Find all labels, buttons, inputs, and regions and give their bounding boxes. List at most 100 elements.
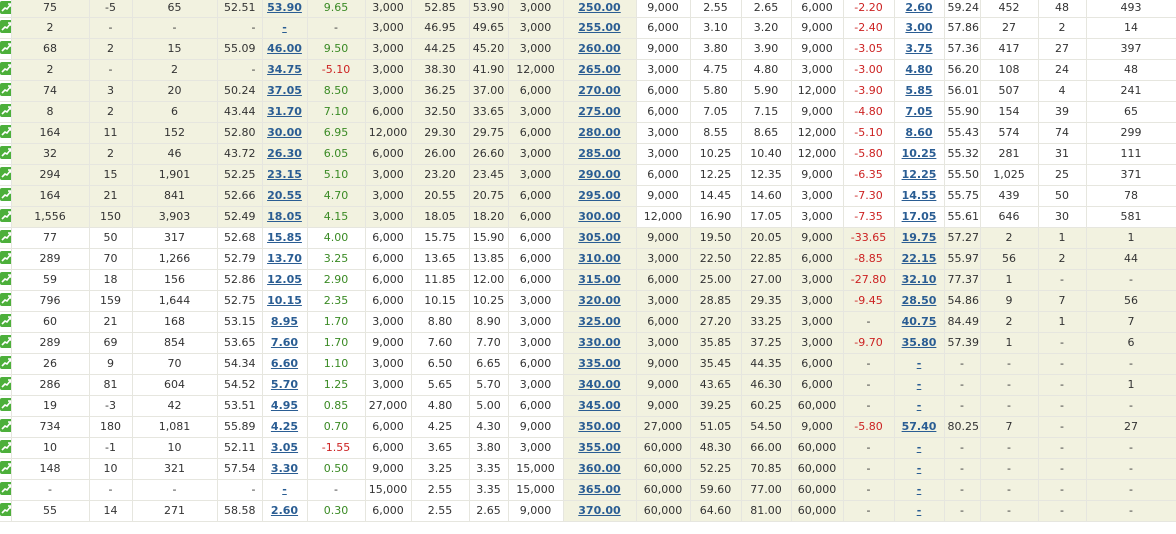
strike-price[interactable]: 255.00 bbox=[563, 17, 637, 39]
call-chart-icon-cell[interactable] bbox=[0, 290, 12, 312]
call-ltp[interactable]: 30.00 bbox=[262, 122, 308, 144]
trend-chart-icon[interactable] bbox=[0, 314, 10, 327]
trend-chart-icon[interactable] bbox=[0, 146, 10, 159]
strike-price[interactable]: 310.00 bbox=[563, 248, 637, 270]
call-chart-icon-cell[interactable] bbox=[0, 164, 12, 186]
trend-chart-icon[interactable] bbox=[0, 62, 10, 75]
put-ltp[interactable]: 3.75 bbox=[894, 38, 945, 60]
trend-chart-icon[interactable] bbox=[0, 0, 10, 14]
strike-price[interactable]: 325.00 bbox=[563, 311, 637, 333]
put-ltp[interactable]: 40.75 bbox=[894, 311, 945, 333]
trend-chart-icon[interactable] bbox=[0, 461, 10, 474]
strike-price[interactable]: 250.00 bbox=[563, 0, 637, 18]
put-ltp[interactable]: - bbox=[894, 374, 945, 396]
put-ltp[interactable]: - bbox=[894, 437, 945, 459]
put-ltp[interactable]: 32.10 bbox=[894, 269, 945, 291]
call-ltp[interactable]: 6.60 bbox=[262, 353, 308, 375]
trend-chart-icon[interactable] bbox=[0, 230, 10, 243]
call-ltp[interactable]: 23.15 bbox=[262, 164, 308, 186]
call-chart-icon-cell[interactable] bbox=[0, 143, 12, 165]
call-chart-icon-cell[interactable] bbox=[0, 353, 12, 375]
call-ltp[interactable]: 4.95 bbox=[262, 395, 308, 417]
strike-price[interactable]: 370.00 bbox=[563, 500, 637, 522]
put-ltp[interactable]: - bbox=[894, 500, 945, 522]
call-chart-icon-cell[interactable] bbox=[0, 185, 12, 207]
strike-price[interactable]: 270.00 bbox=[563, 80, 637, 102]
trend-chart-icon[interactable] bbox=[0, 167, 10, 180]
call-chart-icon-cell[interactable] bbox=[0, 248, 12, 270]
call-ltp[interactable]: 34.75 bbox=[262, 59, 308, 81]
call-chart-icon-cell[interactable] bbox=[0, 17, 12, 39]
call-ltp[interactable]: 13.70 bbox=[262, 248, 308, 270]
strike-price[interactable]: 335.00 bbox=[563, 353, 637, 375]
put-ltp[interactable]: 19.75 bbox=[894, 227, 945, 249]
trend-chart-icon[interactable] bbox=[0, 251, 10, 264]
call-chart-icon-cell[interactable] bbox=[0, 374, 12, 396]
trend-chart-icon[interactable] bbox=[0, 272, 10, 285]
strike-price[interactable]: 275.00 bbox=[563, 101, 637, 123]
strike-price[interactable]: 345.00 bbox=[563, 395, 637, 417]
call-chart-icon-cell[interactable] bbox=[0, 311, 12, 333]
call-chart-icon-cell[interactable] bbox=[0, 332, 12, 354]
trend-chart-icon[interactable] bbox=[0, 41, 10, 54]
call-ltp[interactable]: - bbox=[262, 17, 308, 39]
call-ltp[interactable]: 37.05 bbox=[262, 80, 308, 102]
call-ltp[interactable]: 15.85 bbox=[262, 227, 308, 249]
trend-chart-icon[interactable] bbox=[0, 482, 10, 495]
call-ltp[interactable]: 46.00 bbox=[262, 38, 308, 60]
call-ltp[interactable]: 7.60 bbox=[262, 332, 308, 354]
call-chart-icon-cell[interactable] bbox=[0, 0, 12, 18]
trend-chart-icon[interactable] bbox=[0, 398, 10, 411]
strike-price[interactable]: 305.00 bbox=[563, 227, 637, 249]
strike-price[interactable]: 315.00 bbox=[563, 269, 637, 291]
trend-chart-icon[interactable] bbox=[0, 83, 10, 96]
put-ltp[interactable]: 4.80 bbox=[894, 59, 945, 81]
call-ltp[interactable]: 26.30 bbox=[262, 143, 308, 165]
call-chart-icon-cell[interactable] bbox=[0, 38, 12, 60]
put-ltp[interactable]: 17.05 bbox=[894, 206, 945, 228]
trend-chart-icon[interactable] bbox=[0, 356, 10, 369]
put-ltp[interactable]: - bbox=[894, 353, 945, 375]
call-chart-icon-cell[interactable] bbox=[0, 59, 12, 81]
call-ltp[interactable]: 2.60 bbox=[262, 500, 308, 522]
trend-chart-icon[interactable] bbox=[0, 188, 10, 201]
put-ltp[interactable]: 35.80 bbox=[894, 332, 945, 354]
strike-price[interactable]: 320.00 bbox=[563, 290, 637, 312]
put-ltp[interactable]: - bbox=[894, 395, 945, 417]
strike-price[interactable]: 295.00 bbox=[563, 185, 637, 207]
trend-chart-icon[interactable] bbox=[0, 335, 10, 348]
strike-price[interactable]: 355.00 bbox=[563, 437, 637, 459]
call-ltp[interactable]: 53.90 bbox=[262, 0, 308, 18]
strike-price[interactable]: 360.00 bbox=[563, 458, 637, 480]
call-chart-icon-cell[interactable] bbox=[0, 395, 12, 417]
call-chart-icon-cell[interactable] bbox=[0, 101, 12, 123]
call-chart-icon-cell[interactable] bbox=[0, 458, 12, 480]
call-ltp[interactable]: 3.05 bbox=[262, 437, 308, 459]
call-ltp[interactable]: 18.05 bbox=[262, 206, 308, 228]
strike-price[interactable]: 350.00 bbox=[563, 416, 637, 438]
call-ltp[interactable]: 31.70 bbox=[262, 101, 308, 123]
put-ltp[interactable]: 10.25 bbox=[894, 143, 945, 165]
trend-chart-icon[interactable] bbox=[0, 419, 10, 432]
strike-price[interactable]: 265.00 bbox=[563, 59, 637, 81]
call-ltp[interactable]: 10.15 bbox=[262, 290, 308, 312]
put-ltp[interactable]: 22.15 bbox=[894, 248, 945, 270]
call-chart-icon-cell[interactable] bbox=[0, 500, 12, 522]
strike-price[interactable]: 290.00 bbox=[563, 164, 637, 186]
call-chart-icon-cell[interactable] bbox=[0, 479, 12, 501]
call-chart-icon-cell[interactable] bbox=[0, 80, 12, 102]
call-chart-icon-cell[interactable] bbox=[0, 227, 12, 249]
put-ltp[interactable]: 7.05 bbox=[894, 101, 945, 123]
put-ltp[interactable]: 3.00 bbox=[894, 17, 945, 39]
call-chart-icon-cell[interactable] bbox=[0, 269, 12, 291]
trend-chart-icon[interactable] bbox=[0, 104, 10, 117]
call-ltp[interactable]: 8.95 bbox=[262, 311, 308, 333]
put-ltp[interactable]: 8.60 bbox=[894, 122, 945, 144]
strike-price[interactable]: 330.00 bbox=[563, 332, 637, 354]
strike-price[interactable]: 365.00 bbox=[563, 479, 637, 501]
strike-price[interactable]: 340.00 bbox=[563, 374, 637, 396]
call-chart-icon-cell[interactable] bbox=[0, 206, 12, 228]
trend-chart-icon[interactable] bbox=[0, 209, 10, 222]
strike-price[interactable]: 300.00 bbox=[563, 206, 637, 228]
trend-chart-icon[interactable] bbox=[0, 293, 10, 306]
